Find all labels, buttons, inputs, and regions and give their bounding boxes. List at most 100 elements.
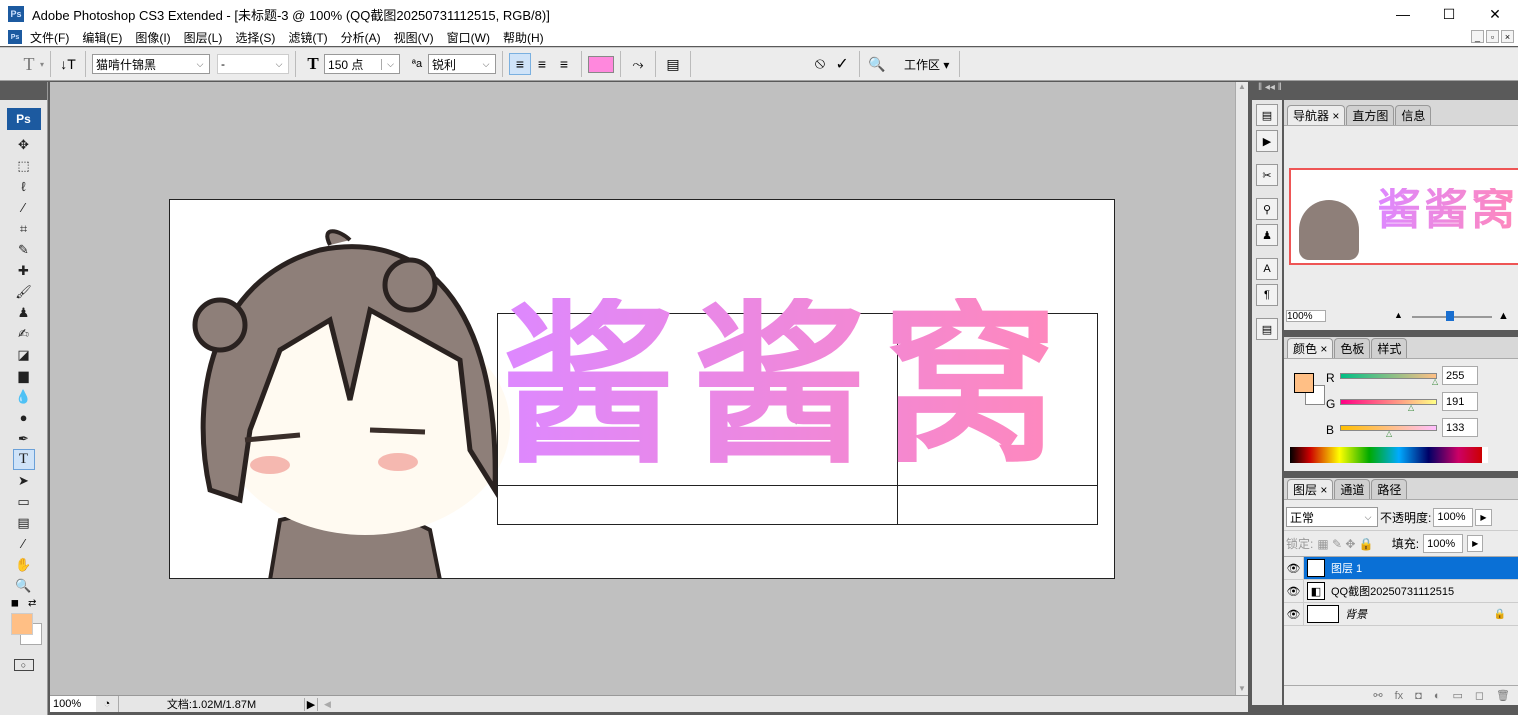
status-arrow-icon[interactable]: ▶ (304, 697, 318, 711)
tool-presets-icon[interactable]: ✂ (1256, 164, 1278, 186)
fill-input[interactable]: 100% (1423, 534, 1464, 553)
tab-histogram[interactable]: 直方图 (1346, 105, 1395, 125)
move-tool-icon[interactable]: ✥ (13, 134, 35, 155)
magic-wand-tool-icon[interactable]: ⁄ (13, 197, 35, 218)
navigator-preview[interactable]: 酱酱窝 (1289, 168, 1518, 265)
layer-style-icon[interactable]: fx (1395, 690, 1404, 702)
character-icon[interactable]: A (1256, 258, 1278, 280)
menu-file[interactable]: 文件(F) (30, 29, 69, 46)
doc-close-icon[interactable]: × (1501, 30, 1514, 43)
font-style-select[interactable]: - ⌵ (217, 54, 290, 74)
menu-view[interactable]: 视图(V) (394, 29, 434, 46)
tab-paths[interactable]: 路径 (1371, 479, 1408, 499)
zoom-in-icon[interactable]: ▲ (1498, 310, 1509, 322)
new-group-icon[interactable]: ▭ (1452, 689, 1462, 702)
menu-image[interactable]: 图像(I) (135, 29, 170, 46)
hand-tool-icon[interactable]: ✋ (13, 554, 35, 575)
tab-layers[interactable]: 图层 × (1287, 479, 1334, 499)
swap-colors-icon[interactable]: ⇄ (28, 598, 36, 609)
actions-icon[interactable]: ▶ (1256, 130, 1278, 152)
align-center-button[interactable]: ≡ (531, 53, 553, 75)
maximize-button[interactable]: ☐ (1426, 0, 1472, 28)
canvas-text[interactable]: 酱酱窝 (500, 298, 1073, 474)
layer-name[interactable]: 图层 1 (1331, 560, 1362, 576)
visibility-eye-icon[interactable]: 👁 (1284, 557, 1304, 579)
brushes-icon[interactable]: ⚲ (1256, 198, 1278, 220)
close-button[interactable]: ✕ (1472, 0, 1518, 28)
color-foreground-swatch[interactable] (1294, 373, 1314, 393)
dock-header[interactable]: ‖ ◂◂ ‖ (1252, 82, 1518, 100)
font-family-select[interactable]: 猫啃什锦黑 ⌵ (92, 54, 211, 74)
history-brush-icon[interactable]: ✍ (13, 323, 35, 344)
menu-edit[interactable]: 编辑(E) (82, 29, 122, 46)
paragraph-icon[interactable]: ¶ (1256, 284, 1278, 306)
warp-text-icon[interactable]: ⤳ (627, 53, 649, 75)
gradient-tool-icon[interactable]: ▆ (13, 365, 35, 386)
crop-tool-icon[interactable]: ⌗ (13, 218, 35, 239)
document-canvas[interactable]: ✧ 酱酱窝 (169, 199, 1115, 579)
history-icon[interactable]: ▤ (1256, 104, 1278, 126)
commit-icon[interactable]: ✓ (831, 53, 853, 75)
marquee-tool-icon[interactable]: ⬚ (13, 155, 35, 176)
text-tool-preset-icon[interactable]: T (18, 53, 40, 75)
g-slider[interactable] (1340, 399, 1437, 405)
clone-source-icon[interactable]: ♟ (1256, 224, 1278, 246)
dodge-tool-icon[interactable]: ● (13, 407, 35, 428)
healing-brush-icon[interactable]: ✚ (13, 260, 35, 281)
default-colors-icon[interactable]: ◼ (11, 598, 19, 609)
stamp-tool-icon[interactable]: ♟ (13, 302, 35, 323)
align-left-button[interactable]: ≡ (509, 53, 532, 75)
visibility-eye-icon[interactable]: 👁 (1284, 580, 1304, 602)
link-layers-icon[interactable]: ⚯ (1373, 689, 1382, 702)
quick-mask-icon[interactable]: ○ (13, 659, 34, 671)
tab-info[interactable]: 信息 (1395, 105, 1432, 125)
zoom-out-icon[interactable]: ▲ (1394, 310, 1403, 320)
delete-layer-icon[interactable]: 🗑 (1496, 689, 1510, 702)
visibility-eye-icon[interactable]: 👁 (1284, 603, 1304, 625)
layer-row[interactable]: 👁 背景 🔒 (1284, 603, 1518, 626)
opacity-input[interactable]: 100% (1433, 507, 1474, 527)
eyedropper-tool-icon[interactable]: ⁄ (13, 533, 35, 554)
shape-tool-icon[interactable]: ▭ (13, 491, 35, 512)
menu-select[interactable]: 选择(S) (235, 29, 275, 46)
zoom-level[interactable]: 100% (50, 696, 96, 712)
fill-arrow-icon[interactable]: ▶ (1467, 535, 1484, 552)
new-layer-icon[interactable]: ◻ (1475, 689, 1484, 702)
tab-channels[interactable]: 通道 (1334, 479, 1371, 499)
slice-tool-icon[interactable]: ✎ (13, 239, 35, 260)
brush-tool-icon[interactable]: 🖌 (13, 281, 35, 302)
text-color-swatch[interactable] (588, 55, 615, 73)
type-tool-icon[interactable]: T (12, 449, 35, 470)
tab-navigator[interactable]: 导航器 × (1287, 105, 1346, 125)
adjustment-layer-icon[interactable]: ◐ (1434, 690, 1441, 702)
minimize-button[interactable]: — (1380, 0, 1426, 28)
path-select-tool-icon[interactable]: ➤ (13, 470, 35, 491)
layer-row[interactable]: 👁 T 图层 1 (1284, 557, 1518, 580)
r-slider[interactable] (1340, 373, 1437, 379)
layer-name[interactable]: 背景 (1345, 606, 1367, 622)
doc-minimize-icon[interactable]: _ (1471, 30, 1484, 43)
menu-help[interactable]: 帮助(H) (503, 29, 544, 46)
opacity-arrow-icon[interactable]: ▶ (1475, 508, 1492, 526)
foreground-color-swatch[interactable] (11, 613, 33, 635)
r-value[interactable]: 255 (1442, 366, 1478, 385)
layer-comps-icon[interactable]: ▤ (1256, 318, 1278, 340)
document-icon[interactable]: Ps (8, 30, 22, 44)
tab-swatches[interactable]: 色板 (1334, 338, 1371, 358)
menu-window[interactable]: 窗口(W) (447, 29, 490, 46)
layer-mask-icon[interactable]: ◘ (1415, 690, 1422, 702)
vertical-scrollbar[interactable]: ▲ ▼ (1235, 82, 1248, 695)
antialias-select[interactable]: 锐利 ⌵ (428, 54, 497, 74)
menu-analysis[interactable]: 分析(A) (341, 29, 381, 46)
b-value[interactable]: 133 (1442, 418, 1478, 437)
pen-tool-icon[interactable]: ✒ (13, 428, 35, 449)
g-value[interactable]: 191 (1442, 392, 1478, 411)
r-slider-thumb[interactable]: △ (1432, 377, 1438, 386)
tab-color[interactable]: 颜色 × (1287, 338, 1334, 358)
text-orientation-icon[interactable]: ↓T (57, 53, 79, 75)
menu-layer[interactable]: 图层(L) (184, 29, 223, 46)
eraser-tool-icon[interactable]: ◪ (13, 344, 35, 365)
font-size-select[interactable]: 150 点 ⌵ (324, 54, 401, 74)
bridge-icon[interactable]: 🔍 (866, 53, 888, 75)
layer-row[interactable]: 👁 ◧ QQ截图20250731112515 (1284, 580, 1518, 603)
